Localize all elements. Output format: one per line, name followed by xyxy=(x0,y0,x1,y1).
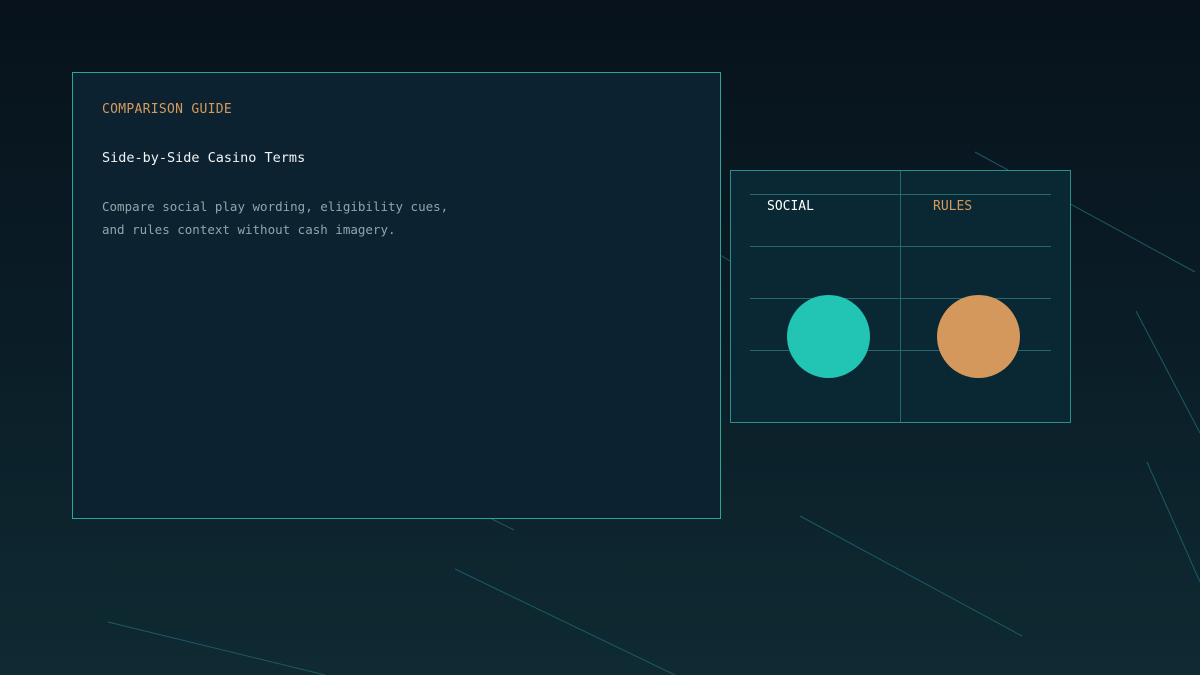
bg-line xyxy=(454,568,676,675)
eyebrow-label: COMPARISON GUIDE xyxy=(102,102,233,117)
bg-line xyxy=(489,517,515,531)
description-line: and rules context without cash imagery. xyxy=(102,222,396,237)
guide-description: Compare social play wording, eligibility… xyxy=(102,195,522,241)
rules-indicator-circle xyxy=(937,295,1020,378)
bg-line xyxy=(1146,461,1200,583)
bg-line xyxy=(799,515,1023,637)
column-label-social: SOCIAL xyxy=(767,199,814,214)
guide-title: Side-by-Side Casino Terms xyxy=(102,150,306,166)
bg-line xyxy=(107,621,326,675)
column-divider xyxy=(900,171,901,422)
bg-line xyxy=(1135,310,1200,434)
comparison-guide-card: COMPARISON GUIDE Side-by-Side Casino Ter… xyxy=(72,72,721,519)
column-label-rules: RULES xyxy=(933,199,973,214)
social-indicator-circle xyxy=(787,295,870,378)
comparison-panel: SOCIAL RULES xyxy=(730,170,1071,423)
bg-line xyxy=(719,254,731,262)
description-line: Compare social play wording, eligibility… xyxy=(102,199,449,214)
